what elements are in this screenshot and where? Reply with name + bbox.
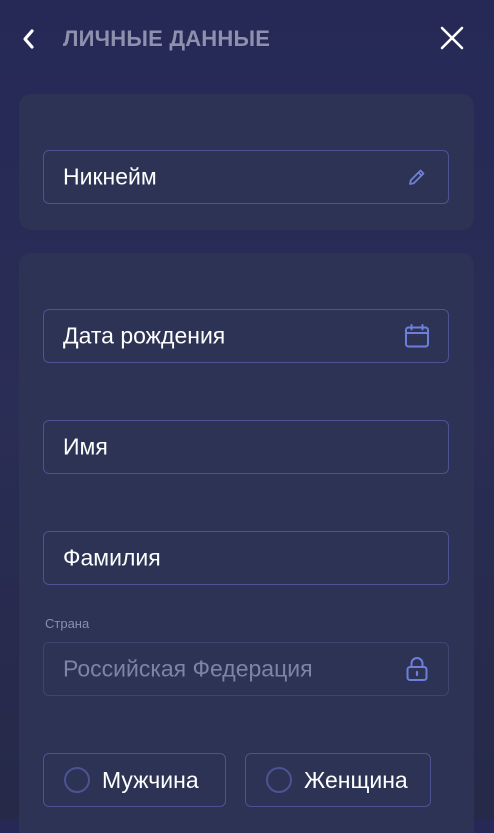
gender-female-label: Женщина	[304, 766, 408, 793]
lock-icon	[404, 656, 430, 682]
nickname-field[interactable]: Никнейм	[43, 150, 449, 204]
gender-male-label: Мужчина	[102, 766, 199, 793]
pencil-icon[interactable]	[404, 164, 430, 190]
birthdate-field[interactable]: Дата рождения	[43, 309, 449, 363]
nickname-value: Никнейм	[63, 163, 157, 190]
close-icon	[440, 26, 464, 50]
page-title: ЛИЧНЫЕ ДАННЫЕ	[63, 26, 271, 51]
last-name-value: Фамилия	[63, 544, 161, 571]
radio-circle-icon	[266, 767, 292, 793]
back-button[interactable]	[14, 24, 42, 54]
gender-male-radio[interactable]: Мужчина	[43, 753, 226, 807]
close-button[interactable]	[436, 22, 468, 54]
header: ЛИЧНЫЕ ДАННЫЕ	[0, 0, 494, 80]
country-field: Российская Федерация	[43, 642, 449, 696]
last-name-field[interactable]: Фамилия	[43, 531, 449, 585]
chevron-left-icon	[23, 29, 34, 49]
calendar-icon[interactable]	[404, 323, 430, 349]
gender-female-radio[interactable]: Женщина	[245, 753, 431, 807]
first-name-value: Имя	[63, 433, 108, 460]
radio-circle-icon	[64, 767, 90, 793]
first-name-field[interactable]: Имя	[43, 420, 449, 474]
country-value: Российская Федерация	[63, 655, 313, 682]
birthdate-value: Дата рождения	[63, 322, 226, 349]
country-label: Страна	[45, 616, 90, 631]
